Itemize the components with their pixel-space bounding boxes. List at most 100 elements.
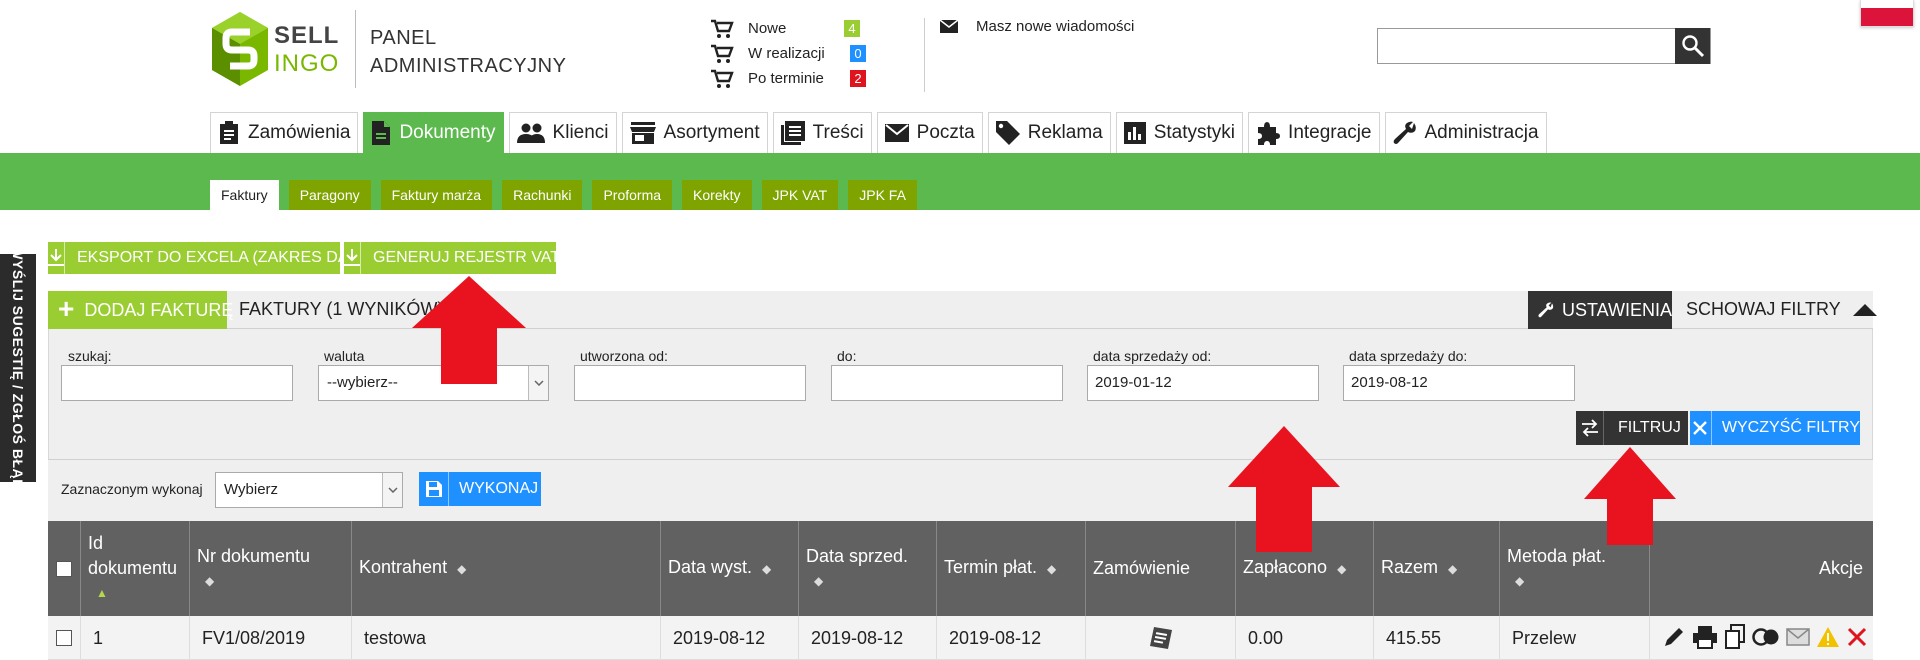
cell-paid: 0.00 [1236,616,1374,660]
email-icon[interactable] [1786,628,1810,646]
sub-tab-corrections[interactable]: Korekty [682,180,752,210]
sub-tab-bills[interactable]: Rachunki [502,180,583,210]
language-flag-pl[interactable] [1860,0,1914,27]
sort-icon[interactable]: ◆ [457,562,466,576]
created-to-input[interactable] [831,365,1063,401]
sort-icon[interactable]: ◆ [762,562,771,576]
order-stat-new[interactable]: Nowe 4 [710,16,910,41]
sort-icon[interactable]: ◆ [1047,562,1056,576]
feedback-tab[interactable]: WYŚLIJ SUGESTIĘ / ZGŁOŚ BŁĄD [0,246,36,490]
created-to-label: do: [837,348,857,364]
nav-tab-label: Statystyki [1153,122,1236,143]
wrench-icon [1393,121,1416,144]
column-payment-due[interactable]: Termin płat. ◆ [937,521,1086,616]
logo[interactable]: SELL INGO PANEL ADMINISTRACYJNY [210,10,566,90]
execute-label: WYKONAJ [459,480,539,497]
store-icon [629,122,656,144]
search-button[interactable] [1675,28,1710,64]
search-icon [1681,35,1704,58]
delete-icon[interactable] [1846,626,1868,648]
created-from-label: utworzona od: [580,348,668,364]
nav-tab-contents[interactable]: Treści [772,112,872,153]
panel-title-line1: PANEL [370,27,437,49]
sort-icon[interactable]: ◆ [1448,562,1457,576]
print-icon[interactable] [1692,625,1718,649]
sale-date-to-input[interactable]: 2019-08-12 [1343,365,1575,401]
column-sale-date[interactable]: Data sprzed. ◆ [799,521,937,616]
download-icon [344,249,360,266]
column-total[interactable]: Razem ◆ [1374,521,1500,616]
cell-payment-due: 2019-08-12 [937,616,1086,660]
sort-icon[interactable]: ◆ [205,569,344,594]
messages-text: Masz nowe wiadomości [976,18,1135,35]
add-invoice-button[interactable]: + DODAJ FAKTURĘ [48,291,233,329]
nav-tab-assortment[interactable]: Asortyment [621,112,768,153]
column-issue-date[interactable]: Data wyst. ◆ [661,521,799,616]
sale-date-to-label: data sprzedaży do: [1349,348,1468,364]
nav-tab-documents[interactable]: Dokumenty [363,112,504,153]
cart-icon [711,19,734,38]
puzzle-icon [1258,122,1281,145]
sub-tab-receipts[interactable]: Paragony [288,180,371,210]
cell-document-number[interactable]: FV1/08/2019 [190,616,352,660]
plus-icon: + [58,292,75,324]
export-excel-button[interactable]: EKSPORT DO EXCELA (ZAKRES DAT) [48,242,362,274]
order-stat-count: 0 [850,45,866,62]
nav-tab-administration[interactable]: Administracja [1384,112,1547,153]
nav-tab-mail[interactable]: Poczta [876,112,983,153]
column-label: Kontrahent [359,557,448,577]
select-all-checkbox[interactable] [56,560,72,577]
nav-tab-ads[interactable]: Reklama [987,112,1111,153]
column-label: Zapłacono [1243,557,1328,577]
column-label: Data wyst. [668,557,753,577]
messages-link[interactable]: Masz nowe wiadomości [940,18,1134,35]
sub-tab-jpk-vat[interactable]: JPK VAT [761,180,839,210]
search-filter-input[interactable] [61,365,293,401]
generate-vat-register-button[interactable]: GENERUJ REJESTR VAT [344,242,560,274]
settings-button[interactable]: USTAWIENIA [1528,291,1672,329]
sort-asc-icon[interactable]: ▲ [96,581,182,606]
list-icon [780,121,805,145]
nav-tab-integrations[interactable]: Integracje [1248,112,1380,153]
save-icon [425,481,442,497]
currency-filter-label: waluta [324,348,365,364]
created-from-input[interactable] [574,365,806,401]
sub-tab-jpk-fa[interactable]: JPK FA [848,180,917,210]
order-stat-in-progress[interactable]: W realizacji 0 [710,41,910,66]
column-contractor[interactable]: Kontrahent ◆ [352,521,661,616]
nav-tab-clients[interactable]: Klienci [508,112,617,153]
sort-icon[interactable]: ◆ [814,569,929,594]
generate-vat-register-label: GENERUJ REJESTR VAT [373,249,560,266]
cell-issue-date: 2019-08-12 [661,616,799,660]
sort-icon[interactable]: ◆ [1337,562,1346,576]
convert-rings-icon[interactable] [1752,627,1780,647]
order-stat-overdue[interactable]: Po terminie 2 [710,66,910,91]
hide-filters-toggle[interactable]: SCHOWAJ FILTRY [1686,299,1877,320]
copy-icon[interactable] [1724,624,1746,650]
feedback-label: WYŚLIJ SUGESTIĘ / ZGŁOŚ BŁĄD [10,246,26,490]
order-receipt-icon[interactable] [1148,626,1174,650]
sub-tab-proforma[interactable]: Proforma [592,180,673,210]
nav-tab-orders[interactable]: Zamówienia [210,112,359,153]
clear-filters-button[interactable]: WYCZYŚĆ FILTRY [1690,411,1860,445]
execute-button[interactable]: WYKONAJ [419,472,541,506]
brand-line2: INGO [274,50,340,77]
column-document-number[interactable]: Nr dokumentu ◆ [190,521,352,616]
nav-tab-statistics[interactable]: Statystyki [1115,112,1244,153]
warning-icon[interactable] [1816,626,1840,648]
chart-icon [1123,122,1146,144]
sub-tab-invoices[interactable]: Faktury [210,180,279,210]
sale-date-from-input[interactable]: 2019-01-12 [1087,365,1319,401]
edit-pencil-icon[interactable] [1662,625,1686,649]
filter-button[interactable]: FILTRUJ [1576,411,1688,445]
column-id[interactable]: Id dokumentu ▲ [81,521,190,616]
nav-tab-label: Klienci [552,122,609,143]
hide-filters-label: SCHOWAJ FILTRY [1686,299,1841,319]
column-label: Nr dokumentu [197,545,311,566]
row-checkbox[interactable] [56,630,72,646]
sub-tab-margin-invoices[interactable]: Faktury marża [380,180,493,210]
sort-icon[interactable]: ◆ [1515,569,1642,594]
search-input[interactable] [1377,28,1711,64]
bulk-action-select[interactable]: Wybierz [215,472,403,508]
nav-tab-label: Asortyment [663,122,760,143]
